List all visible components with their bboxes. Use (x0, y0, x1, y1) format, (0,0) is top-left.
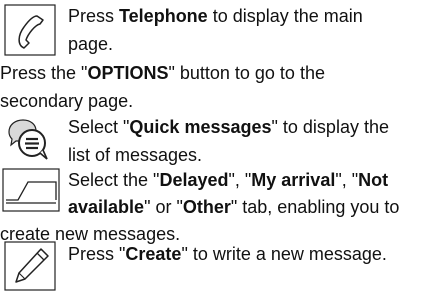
tab-folder-icon (2, 168, 60, 212)
step-2-line-2: secondary page. (0, 91, 134, 111)
options-label: OPTIONS (87, 63, 169, 83)
step-3-line-2: list of messages. (68, 145, 203, 165)
quick-messages-label: Quick messages (129, 117, 272, 137)
telephone-handset-icon (4, 4, 56, 56)
step-1-line-2: page. (68, 34, 114, 54)
step-4-line-2: available" or "Other" tab, enabling you … (68, 197, 400, 217)
pen-write-icon (4, 241, 56, 291)
telephone-label: Telephone (119, 6, 208, 26)
step-4-line-1: Select the "Delayed", "My arrival", "Not (68, 170, 389, 190)
not-available-tab-label-part-1: Not (358, 170, 389, 190)
not-available-tab-label-part-2: available (68, 197, 145, 217)
quick-message-bubble-icon (3, 114, 55, 162)
my-arrival-tab-label: My arrival (251, 170, 336, 190)
step-3-line-1: Select "Quick messages" to display the (68, 117, 389, 137)
step-5-line-1: Press "Create" to write a new message. (68, 244, 387, 264)
delayed-tab-label: Delayed (159, 170, 229, 190)
step-1-line-1: Press Telephone to display the main (68, 6, 363, 26)
other-tab-label: Other (182, 197, 231, 217)
step-2-line-1: Press the "OPTIONS" button to go to the (0, 63, 325, 83)
create-label: Create (125, 244, 182, 264)
